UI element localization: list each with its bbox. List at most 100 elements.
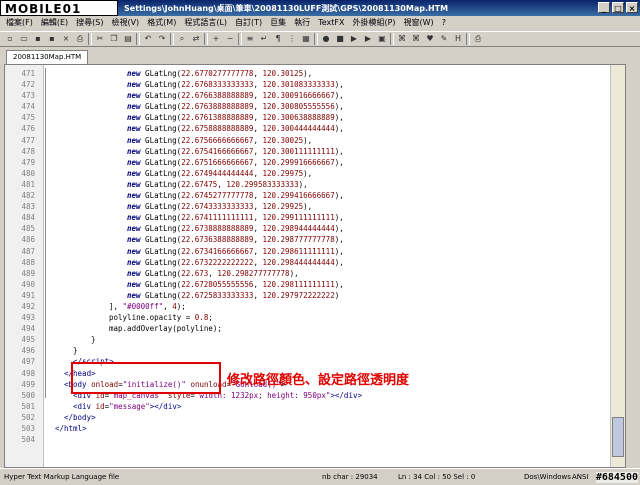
redo-icon[interactable]: ↷: [156, 33, 168, 45]
line-number: 491: [21, 290, 35, 300]
copy-icon[interactable]: ❐: [108, 33, 120, 45]
save-all-icon[interactable]: ▪: [46, 33, 58, 45]
code-text: </html>: [55, 424, 87, 433]
code-text: new GLatLng(22.6745277777778, 120.299416…: [127, 191, 344, 201]
code-line: 490 new GLatLng(22.6728055555556, 120.298…: [5, 279, 625, 290]
line-number: 481: [21, 179, 35, 189]
open-file-icon[interactable]: ▭: [18, 33, 30, 45]
maximize-button[interactable]: □: [612, 2, 624, 13]
code-line: 480 new GLatLng(22.6749444444444, 120.299…: [5, 168, 625, 179]
code-line: 483 new GLatLng(22.6743333333333, 120.299…: [5, 201, 625, 212]
separator: [466, 33, 470, 45]
code-line: 485 new GLatLng(22.6738888888889, 120.298…: [5, 223, 625, 234]
indent-guide-icon[interactable]: ⋮: [286, 33, 298, 45]
find-icon[interactable]: ⌕: [176, 33, 188, 45]
line-number: 482: [21, 191, 35, 201]
print-preview-icon[interactable]: ⎙: [472, 33, 484, 45]
code-line: 481 new GLatLng(22.67475, 120.29958333333…: [5, 179, 625, 190]
menu-bar: 檔案(F) 編輯(E) 搜尋(S) 檢視(V) 格式(M) 程式語言(L) 自訂(T) 巨集執…: [0, 16, 640, 30]
tidy2-icon[interactable]: ⌘: [410, 33, 422, 45]
code-text: new GLatLng(22.6766388888889, 120.300916…: [127, 91, 344, 101]
paste-icon[interactable]: ▤: [122, 33, 134, 45]
status-position: Ln : 34 Col : 50 Sel : 0: [398, 473, 476, 481]
user-lang-icon[interactable]: ▦: [300, 33, 312, 45]
paint-icon[interactable]: ✎: [438, 33, 450, 45]
menu-item[interactable]: 外掛模組(P): [352, 16, 395, 30]
run-multiple-icon[interactable]: ▶: [362, 33, 374, 45]
close-file-icon[interactable]: ×: [60, 33, 72, 45]
sync-scroll-icon[interactable]: ≡: [244, 33, 256, 45]
menu-item[interactable]: 執行: [294, 16, 310, 30]
line-number: 485: [21, 224, 35, 234]
code-line: 491 new GLatLng(22.6725833333333, 120.297…: [5, 290, 625, 301]
code-line: 488 new GLatLng(22.6732222222222, 120.298…: [5, 257, 625, 268]
code-text: new GLatLng(22.6751666666667, 120.299916…: [127, 157, 344, 167]
zoom-in-icon[interactable]: +: [210, 33, 222, 45]
code-editor[interactable]: 471 new GLatLng(22.6770277777778, 120.301…: [4, 64, 626, 468]
code-text: ], "#0000ff", 4);: [109, 301, 186, 311]
save-icon[interactable]: ▪: [32, 33, 44, 45]
heart-icon[interactable]: ♥: [424, 33, 436, 45]
show-all-chars-icon[interactable]: ¶: [272, 33, 284, 45]
code-text: new GLatLng(22.6749444444444, 120.29975)…: [127, 168, 313, 178]
h-icon[interactable]: H: [452, 33, 464, 45]
line-number: 488: [21, 257, 35, 267]
new-file-icon[interactable]: ▫: [4, 33, 16, 45]
play-macro-icon[interactable]: ▶: [348, 33, 360, 45]
line-number: 490: [21, 279, 35, 289]
code-text: map.addOverlay(polyline);: [109, 324, 222, 334]
separator: [314, 33, 318, 45]
tab-file[interactable]: 20081130Map.HTM: [6, 50, 89, 64]
menu-item[interactable]: 格式(M): [147, 16, 176, 30]
code-text: new GLatLng(22.6741111111111, 120.299111…: [127, 213, 344, 223]
menu-item[interactable]: TextFX: [318, 16, 344, 30]
menu-item[interactable]: 檢視(V): [111, 16, 139, 30]
code-line: 476 new GLatLng(22.6758888888889, 120.300…: [5, 123, 625, 134]
stop-macro-icon[interactable]: ■: [334, 33, 346, 45]
annotation-text: 修改路徑顏色、設定路徑透明度: [227, 373, 410, 388]
code-line: 477 new GLatLng(22.6756666666667, 120.300…: [5, 135, 625, 146]
vertical-scrollbar[interactable]: [610, 65, 625, 467]
scroll-thumb[interactable]: [612, 417, 624, 457]
code-line: 504: [5, 434, 625, 445]
cut-icon[interactable]: ✂: [94, 33, 106, 45]
code-text: new GLatLng(22.6756666666667, 120.30025)…: [127, 135, 313, 145]
code-text: new GLatLng(22.6763888888889, 120.300805…: [127, 102, 344, 112]
separator: [390, 33, 394, 45]
code-line: 494 map.addOverlay(polyline);: [5, 323, 625, 334]
menu-item[interactable]: 視窗(W): [404, 16, 434, 30]
status-char-count: nb char : 29034: [322, 473, 378, 481]
line-number: 479: [21, 157, 35, 167]
menu-item[interactable]: ?: [442, 16, 446, 30]
line-number: 484: [21, 213, 35, 223]
line-number: 501: [21, 401, 35, 411]
menu-item[interactable]: 自訂(T): [235, 16, 262, 30]
menu-item[interactable]: 程式語言(L): [184, 16, 227, 30]
replace-icon[interactable]: ⇄: [190, 33, 202, 45]
undo-icon[interactable]: ↶: [142, 33, 154, 45]
code-line: 492], "#0000ff", 4);: [5, 301, 625, 312]
code-line: 495}: [5, 334, 625, 345]
zoom-out-icon[interactable]: −: [224, 33, 236, 45]
close-button[interactable]: ×: [626, 2, 638, 13]
code-line: 482 new GLatLng(22.6745277777778, 120.299…: [5, 190, 625, 201]
line-number: 495: [21, 335, 35, 345]
save-macro-icon[interactable]: ▣: [376, 33, 388, 45]
menu-item[interactable]: 巨集: [270, 16, 286, 30]
minimize-button[interactable]: _: [598, 2, 610, 13]
code-text: </body>: [64, 412, 96, 422]
tidy-icon[interactable]: ⌘: [396, 33, 408, 45]
line-number: 480: [21, 168, 35, 178]
word-wrap-icon[interactable]: ↵: [258, 33, 270, 45]
separator: [170, 33, 174, 45]
code-line: 489 new GLatLng(22.673, 120.298277777778)…: [5, 268, 625, 279]
line-number: 472: [21, 80, 35, 90]
line-number: 471: [21, 69, 35, 78]
menu-item[interactable]: 檔案(F): [6, 16, 33, 30]
separator: [88, 33, 92, 45]
record-macro-icon[interactable]: ●: [320, 33, 332, 45]
menu-item[interactable]: 搜尋(S): [76, 16, 103, 30]
print-icon[interactable]: ⎙: [74, 33, 86, 45]
menu-item[interactable]: 編輯(E): [41, 16, 68, 30]
code-text: new GLatLng(22.6743333333333, 120.29925)…: [127, 202, 313, 212]
